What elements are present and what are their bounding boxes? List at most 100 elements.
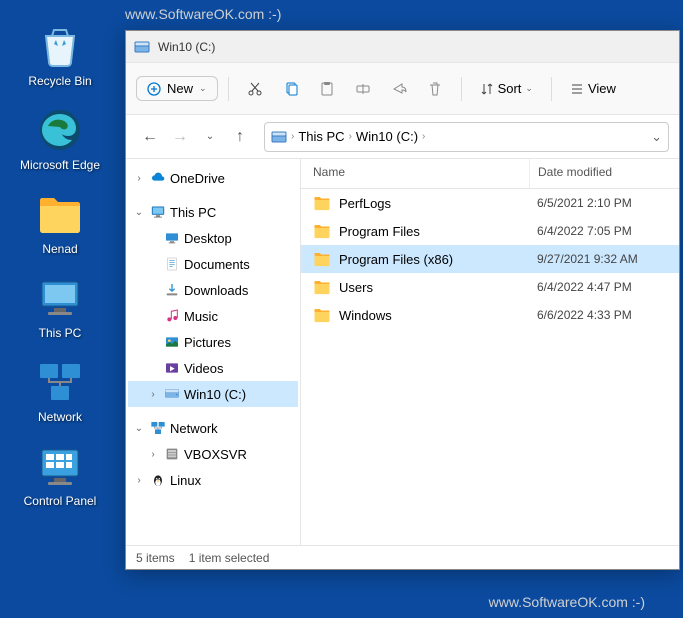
expand-chevron-icon[interactable]: › <box>146 389 160 400</box>
separator <box>228 77 229 101</box>
expand-chevron-icon[interactable]: › <box>132 475 146 486</box>
selection-count: 1 item selected <box>189 551 270 565</box>
window-title: Win10 (C:) <box>158 40 215 54</box>
up-button[interactable]: ↑ <box>226 123 254 151</box>
tree-item-label: This PC <box>170 205 216 220</box>
tree-item[interactable]: Videos <box>128 355 298 381</box>
cut-button[interactable] <box>239 73 271 105</box>
desktop-icon-cpanel[interactable]: Control Panel <box>18 442 102 508</box>
file-row[interactable]: Program Files (x86) 9/27/2021 9:32 AM <box>301 245 679 273</box>
share-icon <box>391 81 407 97</box>
file-row[interactable]: Windows 6/6/2022 4:33 PM <box>301 301 679 329</box>
navigation-bar: ← → ⌄ ↑ › This PC › Win10 (C:) › ⌄ <box>126 115 679 159</box>
expand-chevron-icon[interactable]: ⌄ <box>132 423 146 434</box>
tree-item[interactable]: › Win10 (C:) <box>128 381 298 407</box>
tree-item[interactable]: Pictures <box>128 329 298 355</box>
desktop-icon-label: This PC <box>39 326 82 340</box>
breadcrumb-part[interactable]: This PC <box>298 129 344 144</box>
breadcrumb-dropdown[interactable]: ⌄ <box>651 129 662 145</box>
tree-item[interactable]: Documents <box>128 251 298 277</box>
column-date[interactable]: Date modified <box>529 159 679 188</box>
desktop-icon-label: Nenad <box>42 242 77 256</box>
tree-item-label: Pictures <box>184 335 231 350</box>
new-button[interactable]: New ⌄ <box>136 76 218 101</box>
title-bar[interactable]: Win10 (C:) <box>126 31 679 63</box>
file-row[interactable]: Program Files 6/4/2022 7:05 PM <box>301 217 679 245</box>
file-name: Users <box>339 280 373 295</box>
expand-chevron-icon[interactable]: › <box>132 173 146 184</box>
chevron-icon: › <box>291 131 294 142</box>
music-icon <box>164 308 180 324</box>
desktop-icon-thispc[interactable]: This PC <box>18 274 102 340</box>
tree-item[interactable]: Desktop <box>128 225 298 251</box>
watermark-bottom: www.SoftwareOK.com :-) <box>489 594 645 610</box>
recent-button[interactable]: ⌄ <box>196 123 224 151</box>
separator <box>461 77 462 101</box>
tree-item-label: Desktop <box>184 231 232 246</box>
file-name: PerfLogs <box>339 196 391 211</box>
file-date: 6/4/2022 7:05 PM <box>529 224 679 238</box>
share-button[interactable] <box>383 73 415 105</box>
forward-button[interactable]: → <box>166 123 194 151</box>
folder-icon <box>313 222 331 240</box>
desktop-icon-label: Recycle Bin <box>28 74 91 88</box>
view-icon <box>570 82 584 96</box>
drive-icon <box>164 386 180 402</box>
tree-item-label: Music <box>184 309 218 324</box>
breadcrumb-part[interactable]: Win10 (C:) <box>356 129 418 144</box>
breadcrumb[interactable]: › This PC › Win10 (C:) › ⌄ <box>264 122 669 152</box>
drive-icon <box>134 39 150 55</box>
tree-item-label: Videos <box>184 361 224 376</box>
sort-label: Sort <box>498 81 522 96</box>
navigation-tree: › OneDrive ⌄ This PC Desktop Documents Do… <box>126 159 301 545</box>
recycle-icon <box>36 22 84 70</box>
new-button-label: New <box>167 81 193 96</box>
tree-item[interactable]: ⌄ This PC <box>128 199 298 225</box>
server-icon <box>164 446 180 462</box>
tree-item-label: Linux <box>170 473 201 488</box>
downloads-icon <box>164 282 180 298</box>
tree-item[interactable]: › VBOXSVR <box>128 441 298 467</box>
folder-icon <box>313 250 331 268</box>
tree-item[interactable]: Downloads <box>128 277 298 303</box>
file-name: Program Files <box>339 224 420 239</box>
file-date: 6/4/2022 4:47 PM <box>529 280 679 294</box>
rename-icon <box>355 81 371 97</box>
view-button[interactable]: View <box>562 77 624 100</box>
videos-icon <box>164 360 180 376</box>
delete-button[interactable] <box>419 73 451 105</box>
desktop-icon-network[interactable]: Network <box>18 358 102 424</box>
expand-chevron-icon[interactable]: ⌄ <box>132 207 146 218</box>
rename-button[interactable] <box>347 73 379 105</box>
trash-icon <box>427 81 443 97</box>
watermark-top: www.SoftwareOK.com :-) <box>125 6 281 22</box>
desktop-icon-label: Control Panel <box>24 494 97 508</box>
tree-item-label: Win10 (C:) <box>184 387 246 402</box>
thispc-icon <box>36 274 84 322</box>
desktop-icon <box>164 230 180 246</box>
toolbar: New ⌄ Sort ⌄ View <box>126 63 679 115</box>
file-list: Name Date modified PerfLogs 6/5/2021 2:1… <box>301 159 679 545</box>
tree-item[interactable]: ⌄ Network <box>128 415 298 441</box>
chevron-icon: › <box>422 131 425 142</box>
tree-item[interactable]: Music <box>128 303 298 329</box>
item-count: 5 items <box>136 551 175 565</box>
plus-icon <box>147 82 161 96</box>
copy-button[interactable] <box>275 73 307 105</box>
desktop-icon-folder[interactable]: Nenad <box>18 190 102 256</box>
file-row[interactable]: Users 6/4/2022 4:47 PM <box>301 273 679 301</box>
desktop-icon-label: Network <box>38 410 82 424</box>
sort-button[interactable]: Sort ⌄ <box>472 77 541 100</box>
view-label: View <box>588 81 616 96</box>
file-row[interactable]: PerfLogs 6/5/2021 2:10 PM <box>301 189 679 217</box>
tree-item-label: Documents <box>184 257 250 272</box>
tree-item[interactable]: › OneDrive <box>128 165 298 191</box>
cpanel-icon <box>36 442 84 490</box>
desktop-icon-edge[interactable]: Microsoft Edge <box>18 106 102 172</box>
column-name[interactable]: Name <box>301 159 529 188</box>
tree-item[interactable]: › Linux <box>128 467 298 493</box>
paste-button[interactable] <box>311 73 343 105</box>
desktop-icon-recycle[interactable]: Recycle Bin <box>18 22 102 88</box>
expand-chevron-icon[interactable]: › <box>146 449 160 460</box>
back-button[interactable]: ← <box>136 123 164 151</box>
